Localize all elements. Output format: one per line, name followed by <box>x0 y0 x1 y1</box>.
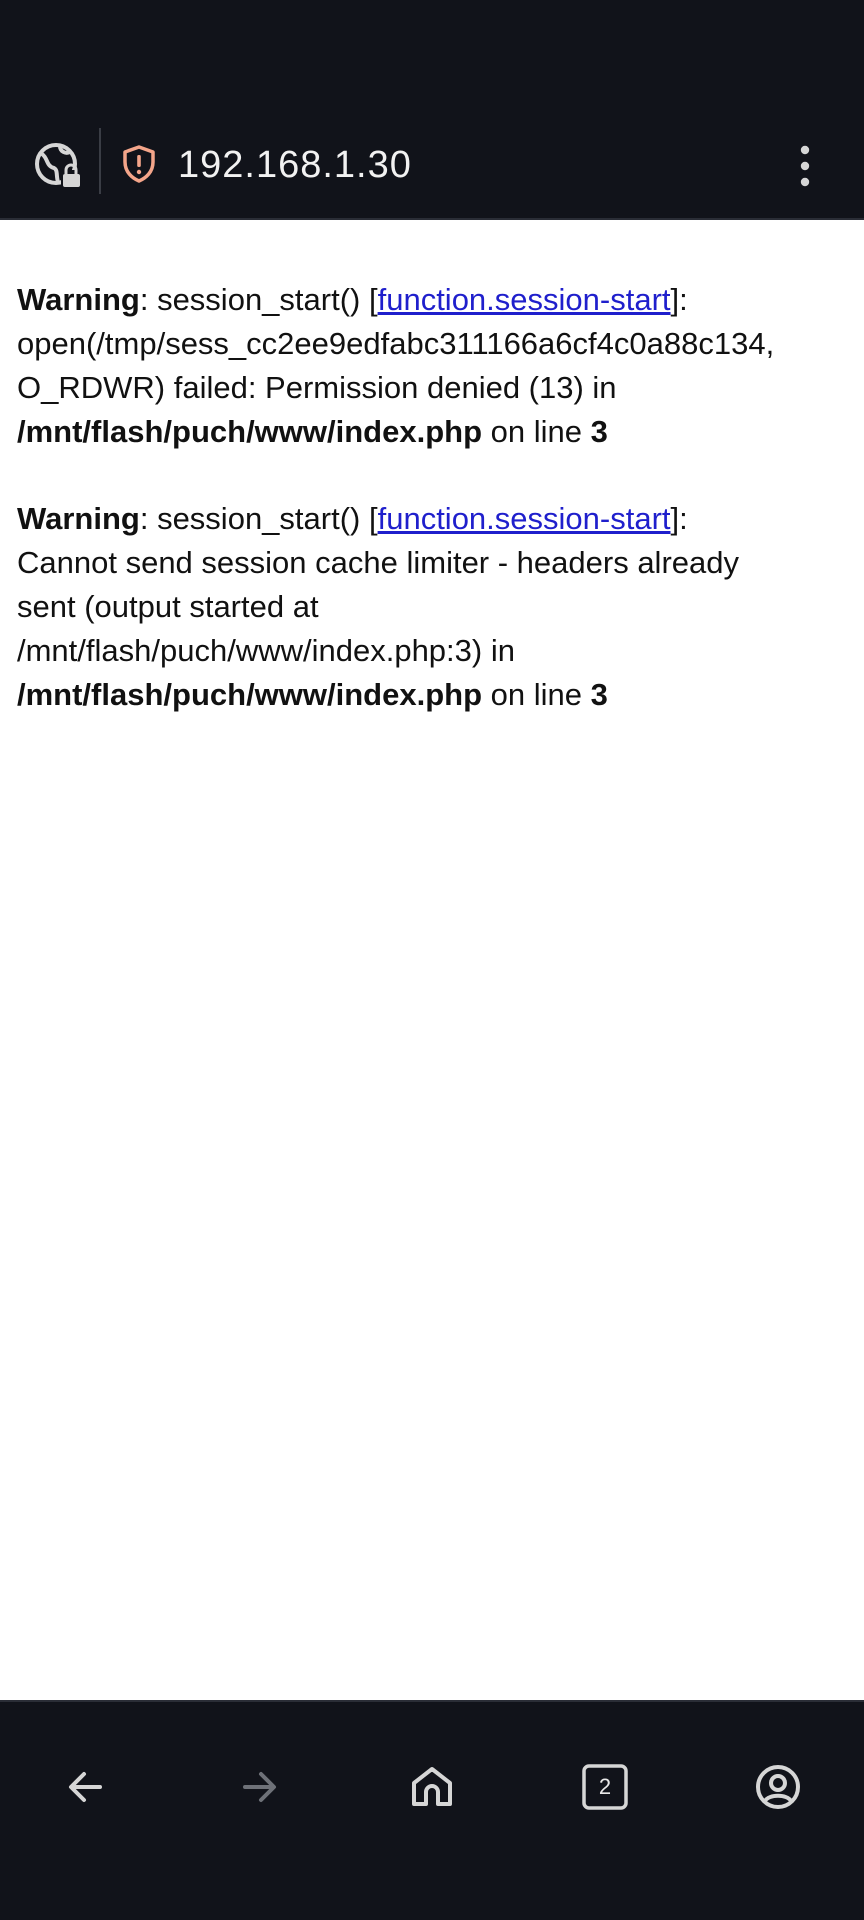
on-line-text: on line <box>482 677 591 712</box>
account-circle-icon[interactable] <box>748 1757 808 1817</box>
function-link[interactable]: function.session-start <box>378 501 671 536</box>
more-vertical-icon[interactable] <box>781 138 829 194</box>
warning-file: /mnt/flash/puch/www/index.php <box>17 677 483 712</box>
line-number: 3 <box>590 677 608 712</box>
function-link[interactable]: function.session-start <box>378 282 671 317</box>
tab-count: 2 <box>598 1774 612 1799</box>
status-bar <box>0 0 864 112</box>
on-line-text: on line <box>482 414 591 449</box>
warning-file: /mnt/flash/puch/www/index.php <box>17 414 483 449</box>
globe-lock-icon[interactable] <box>30 136 90 196</box>
shield-alert-icon[interactable] <box>121 144 157 184</box>
arrow-left-icon[interactable] <box>56 1757 116 1817</box>
url-text[interactable]: 192.168.1.30 <box>178 140 412 190</box>
url-bar: 192.168.1.30 <box>0 112 864 220</box>
warning-message: Warning: session_start() [function.sessi… <box>17 497 864 717</box>
web-page: Warning: session_start() [function.sessi… <box>0 222 864 1700</box>
warning-prefix: : session_start() [ <box>139 282 378 317</box>
warning-prefix: : session_start() [ <box>139 501 378 536</box>
home-icon[interactable] <box>402 1757 462 1817</box>
url-divider <box>99 128 101 194</box>
page-content: Warning: session_start() [function.sessi… <box>17 278 864 760</box>
warning-message: Warning: session_start() [function.sessi… <box>17 278 864 454</box>
line-number: 3 <box>590 414 608 449</box>
warning-label: Warning <box>17 501 140 536</box>
warning-label: Warning <box>17 282 140 317</box>
bottom-nav-bar: 2 <box>0 1700 864 1920</box>
tabs-icon[interactable]: 2 <box>575 1757 635 1817</box>
arrow-right-icon[interactable] <box>229 1757 289 1817</box>
